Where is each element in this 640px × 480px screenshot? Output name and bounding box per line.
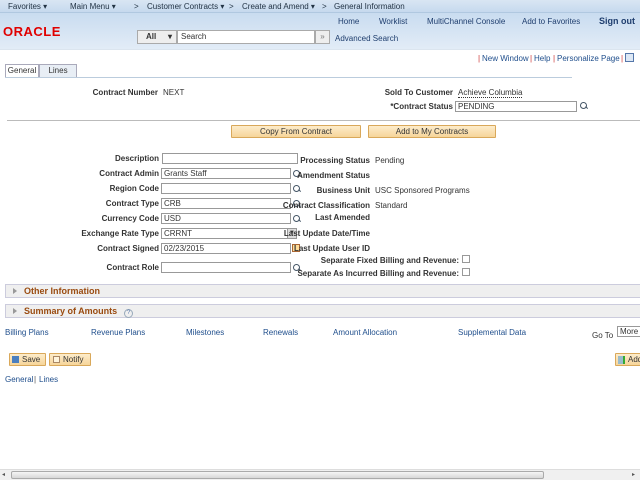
contract-signed-input[interactable]: 02/23/2015: [161, 243, 291, 254]
personalize-page-link[interactable]: Personalize Page: [557, 54, 620, 63]
sold-to-value[interactable]: Achieve Columbia: [458, 88, 523, 98]
oracle-logo: ORACLE: [3, 24, 61, 39]
help-icon[interactable]: ?: [124, 309, 134, 318]
currency-code-input[interactable]: USD: [161, 213, 291, 224]
contract-classification-label: Contract Classification: [282, 201, 370, 210]
last-update-user-label: Last Update User ID: [293, 244, 370, 253]
contract-number-label: Contract Number: [92, 88, 158, 97]
add-button[interactable]: Add: [615, 353, 640, 366]
milestones-link[interactable]: Milestones: [186, 328, 224, 337]
goto-select[interactable]: More: [617, 326, 640, 337]
contract-number-value: NEXT: [163, 88, 185, 97]
region-code-input[interactable]: [161, 183, 291, 194]
separate-incurred-label: Separate As Incurred Billing and Revenue…: [297, 269, 459, 278]
contract-role-input[interactable]: [161, 262, 291, 273]
renewals-link[interactable]: Renewals: [263, 328, 298, 337]
breadcrumb-sep: >: [134, 2, 139, 11]
add-to-my-contracts-button[interactable]: Add to My Contracts: [368, 125, 496, 138]
save-button[interactable]: Save: [9, 353, 46, 366]
search-go-button[interactable]: »: [315, 30, 330, 44]
contract-status-label: *Contract Status: [390, 102, 453, 111]
search-input[interactable]: Search: [177, 30, 315, 44]
help-link[interactable]: Help: [534, 54, 550, 63]
goto-label: Go To: [592, 331, 614, 340]
search-icon[interactable]: [293, 185, 301, 193]
scroll-right-icon[interactable]: ▸: [632, 471, 635, 478]
home-link[interactable]: Home: [338, 17, 359, 26]
footer-separator: |: [34, 375, 37, 384]
search-icon[interactable]: [293, 215, 301, 223]
sold-to-label: Sold To Customer: [384, 88, 453, 97]
scroll-left-icon[interactable]: ◂: [2, 471, 5, 478]
new-window-link[interactable]: New Window: [482, 54, 529, 63]
exchange-rate-type-select[interactable]: CRRNT ▼: [161, 228, 297, 239]
processing-status-label: Processing Status: [300, 156, 370, 165]
breadcrumb: Favorites ▾ Main Menu ▾ > Customer Contr…: [0, 0, 640, 13]
billing-plans-link[interactable]: Billing Plans: [5, 328, 49, 337]
save-icon: [12, 356, 19, 363]
description-label: Description: [114, 154, 159, 163]
notify-icon: [53, 356, 60, 363]
expand-icon[interactable]: [13, 288, 17, 294]
search-scope-select[interactable]: All ▾: [137, 30, 177, 44]
breadcrumb-customer-contracts[interactable]: Customer Contracts ▾: [147, 2, 224, 11]
favorites-menu[interactable]: Favorites ▾: [8, 2, 47, 11]
contract-role-label: Contract Role: [106, 263, 159, 272]
supplemental-data-link[interactable]: Supplemental Data: [458, 328, 526, 337]
separate-fixed-checkbox[interactable]: [462, 255, 470, 263]
contract-admin-label: Contract Admin: [99, 169, 159, 178]
breadcrumb-create-amend[interactable]: Create and Amend ▾: [242, 2, 315, 11]
amendment-status-label: Amendment Status: [297, 171, 370, 180]
region-code-label: Region Code: [109, 184, 159, 193]
amount-allocation-link[interactable]: Amount Allocation: [333, 328, 397, 337]
business-unit-label: Business Unit: [316, 186, 370, 195]
main-menu[interactable]: Main Menu ▾: [70, 2, 116, 11]
sign-out-link[interactable]: Sign out: [599, 16, 635, 26]
multichannel-link[interactable]: MultiChannel Console: [427, 17, 505, 26]
breadcrumb-sep: >: [322, 2, 327, 11]
advanced-search-link[interactable]: Advanced Search: [335, 34, 398, 43]
search-icon[interactable]: [580, 102, 588, 110]
last-amended-label: Last Amended: [315, 213, 370, 222]
processing-status-value: Pending: [375, 156, 405, 165]
business-unit-value: USC Sponsored Programs: [375, 186, 470, 195]
separate-fixed-label: Separate Fixed Billing and Revenue:: [320, 256, 459, 265]
add-icon: [618, 356, 625, 364]
separate-incurred-checkbox[interactable]: [462, 268, 470, 276]
description-input[interactable]: [162, 153, 298, 164]
other-information-section[interactable]: Other Information: [5, 284, 640, 298]
contract-status-input[interactable]: PENDING: [455, 101, 577, 112]
worklist-link[interactable]: Worklist: [379, 17, 407, 26]
contract-classification-value: Standard: [375, 201, 408, 210]
currency-code-label: Currency Code: [101, 214, 159, 223]
footer-general-link[interactable]: General: [5, 375, 33, 384]
expand-icon[interactable]: [13, 308, 17, 314]
contract-type-label: Contract Type: [105, 199, 159, 208]
horizontal-scrollbar[interactable]: ◂ ▸: [0, 469, 640, 480]
contract-signed-label: Contract Signed: [97, 244, 159, 253]
add-favorites-link[interactable]: Add to Favorites: [522, 17, 580, 26]
breadcrumb-current: General Information: [334, 2, 405, 11]
header: ORACLE Home Worklist MultiChannel Consol…: [0, 13, 640, 50]
tab-lines[interactable]: Lines: [39, 64, 77, 77]
grid-icon[interactable]: [625, 53, 634, 62]
notify-button[interactable]: Notify: [49, 353, 91, 366]
contract-type-input[interactable]: CRB: [161, 198, 291, 209]
copy-from-contract-button[interactable]: Copy From Contract: [231, 125, 361, 138]
tab-underline: [5, 77, 572, 78]
scrollbar-thumb[interactable]: [11, 471, 544, 479]
contract-admin-input[interactable]: Grants Staff: [161, 168, 291, 179]
last-update-datetime-label: Last Update Date/Time: [283, 229, 370, 238]
footer-lines-link[interactable]: Lines: [39, 375, 58, 384]
divider: [7, 120, 640, 121]
summary-of-amounts-section[interactable]: Summary of Amounts?: [5, 304, 640, 318]
breadcrumb-sep: >: [229, 2, 234, 11]
tab-general[interactable]: General: [5, 64, 39, 77]
exchange-rate-type-label: Exchange Rate Type: [81, 229, 159, 238]
revenue-plans-link[interactable]: Revenue Plans: [91, 328, 145, 337]
